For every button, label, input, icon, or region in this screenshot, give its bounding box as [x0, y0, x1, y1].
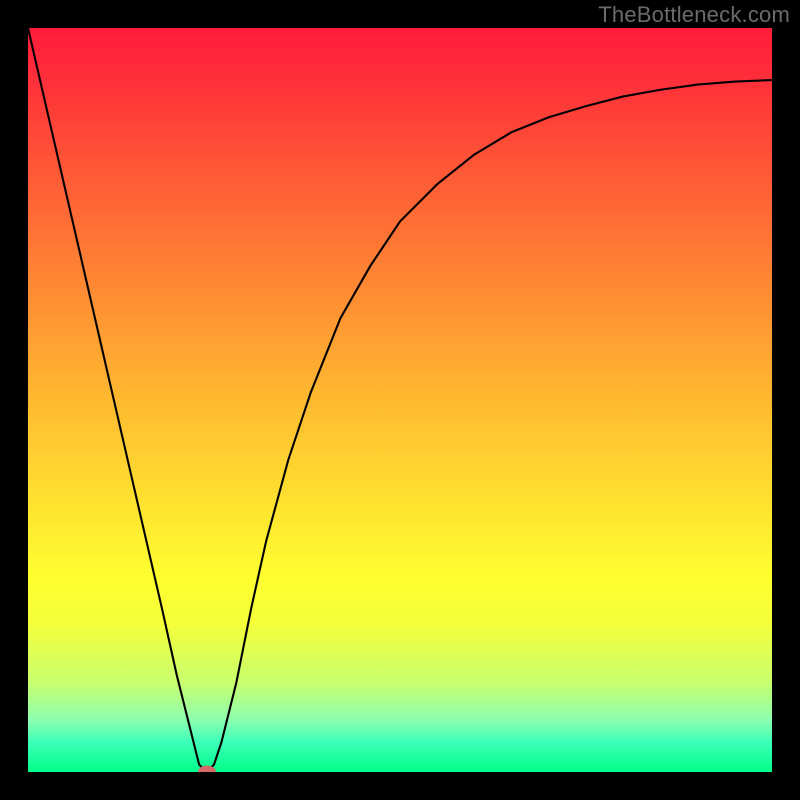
- plot-area: [28, 28, 772, 772]
- min-marker: [198, 766, 216, 773]
- curve-svg: [28, 28, 772, 772]
- bottleneck-curve: [28, 28, 772, 772]
- watermark-text: TheBottleneck.com: [598, 2, 790, 28]
- chart-stage: TheBottleneck.com: [0, 0, 800, 800]
